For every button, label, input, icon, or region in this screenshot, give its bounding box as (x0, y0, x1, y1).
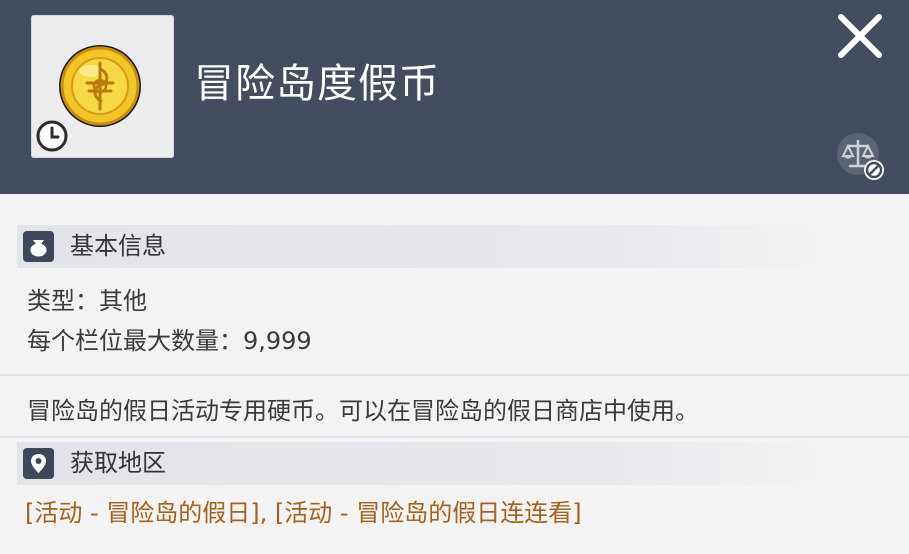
max-stack: 每个栏位最大数量：9,999 (27, 327, 312, 355)
item-header: 冒险岛度假币 (0, 0, 909, 194)
untradeable-scale-icon (837, 133, 884, 180)
divider (0, 374, 909, 376)
region-link-holiday-match[interactable]: [活动 - 冒险岛的假日连连看] (275, 499, 582, 527)
obtain-region-title: 获取地区 (70, 449, 166, 477)
region-separator: , (259, 499, 275, 527)
close-icon[interactable] (832, 8, 888, 64)
basic-info-title: 基本信息 (70, 232, 166, 260)
obtain-region-header: 获取地区 (17, 442, 847, 485)
item-icon-frame (31, 15, 174, 158)
location-pin-icon (23, 448, 54, 479)
gold-coin-icon (59, 45, 141, 127)
item-type: 类型：其他 (27, 287, 147, 315)
clock-icon (36, 120, 68, 152)
basic-info-header: 基本信息 (17, 225, 847, 268)
divider (0, 436, 909, 438)
bag-icon (23, 231, 54, 262)
obtain-region-links: [活动 - 冒险岛的假日], [活动 - 冒险岛的假日连连看] (25, 496, 582, 530)
item-name: 冒险岛度假币 (194, 61, 440, 107)
item-tooltip-panel: 冒险岛度假币 基本信息 类型：其他 每个栏位最大数量：9,999 冒险岛的假日活… (0, 0, 909, 554)
item-description: 冒险岛的假日活动专用硬币。可以在冒险岛的假日商店中使用。 (27, 397, 699, 425)
region-link-holiday[interactable]: [活动 - 冒险岛的假日] (25, 499, 260, 527)
